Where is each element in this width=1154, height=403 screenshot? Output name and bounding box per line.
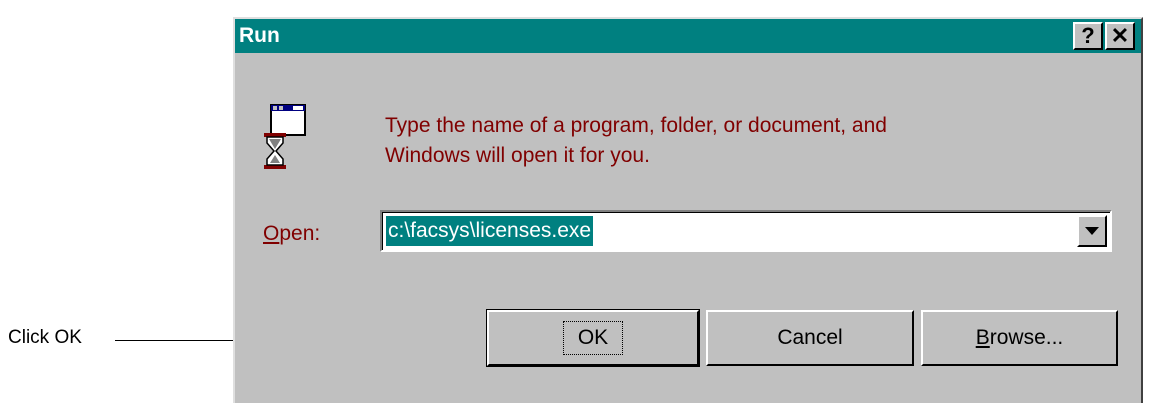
browse-button-label: Browse... bbox=[976, 326, 1064, 350]
browse-accelerator: B bbox=[975, 326, 990, 349]
open-label-text: pen: bbox=[279, 222, 321, 245]
help-icon: ? bbox=[1081, 23, 1095, 48]
title-bar[interactable]: Run ? ✕ bbox=[235, 19, 1141, 53]
dropdown-button[interactable] bbox=[1077, 215, 1107, 247]
callout-label: Click OK bbox=[8, 327, 82, 348]
close-icon: ✕ bbox=[1110, 23, 1130, 48]
open-label-accelerator: O bbox=[263, 222, 280, 245]
open-input-value[interactable]: c:\facsys\licenses.exe bbox=[386, 216, 594, 246]
run-dialog: Run ? ✕ Type the name of a program, fold… bbox=[233, 17, 1143, 403]
close-button[interactable]: ✕ bbox=[1105, 22, 1135, 50]
run-program-icon bbox=[264, 104, 306, 169]
browse-button[interactable]: Browse... bbox=[921, 310, 1118, 366]
ok-button-label: OK bbox=[562, 321, 624, 355]
instruction-line-2: Windows will open it for you. bbox=[385, 144, 650, 167]
cancel-button[interactable]: Cancel bbox=[706, 310, 914, 366]
dialog-title: Run bbox=[239, 24, 280, 47]
browse-label-text: rowse... bbox=[989, 326, 1064, 349]
instruction-line-1: Type the name of a program, folder, or d… bbox=[385, 114, 887, 137]
instruction-text: Type the name of a program, folder, or d… bbox=[385, 111, 887, 171]
chevron-down-icon bbox=[1085, 227, 1099, 235]
open-field-label: Open: bbox=[263, 222, 320, 246]
open-combobox[interactable]: c:\facsys\licenses.exe bbox=[380, 210, 1112, 252]
cancel-button-label: Cancel bbox=[777, 326, 843, 349]
help-button[interactable]: ? bbox=[1073, 22, 1103, 50]
ok-button[interactable]: OK bbox=[486, 309, 700, 367]
